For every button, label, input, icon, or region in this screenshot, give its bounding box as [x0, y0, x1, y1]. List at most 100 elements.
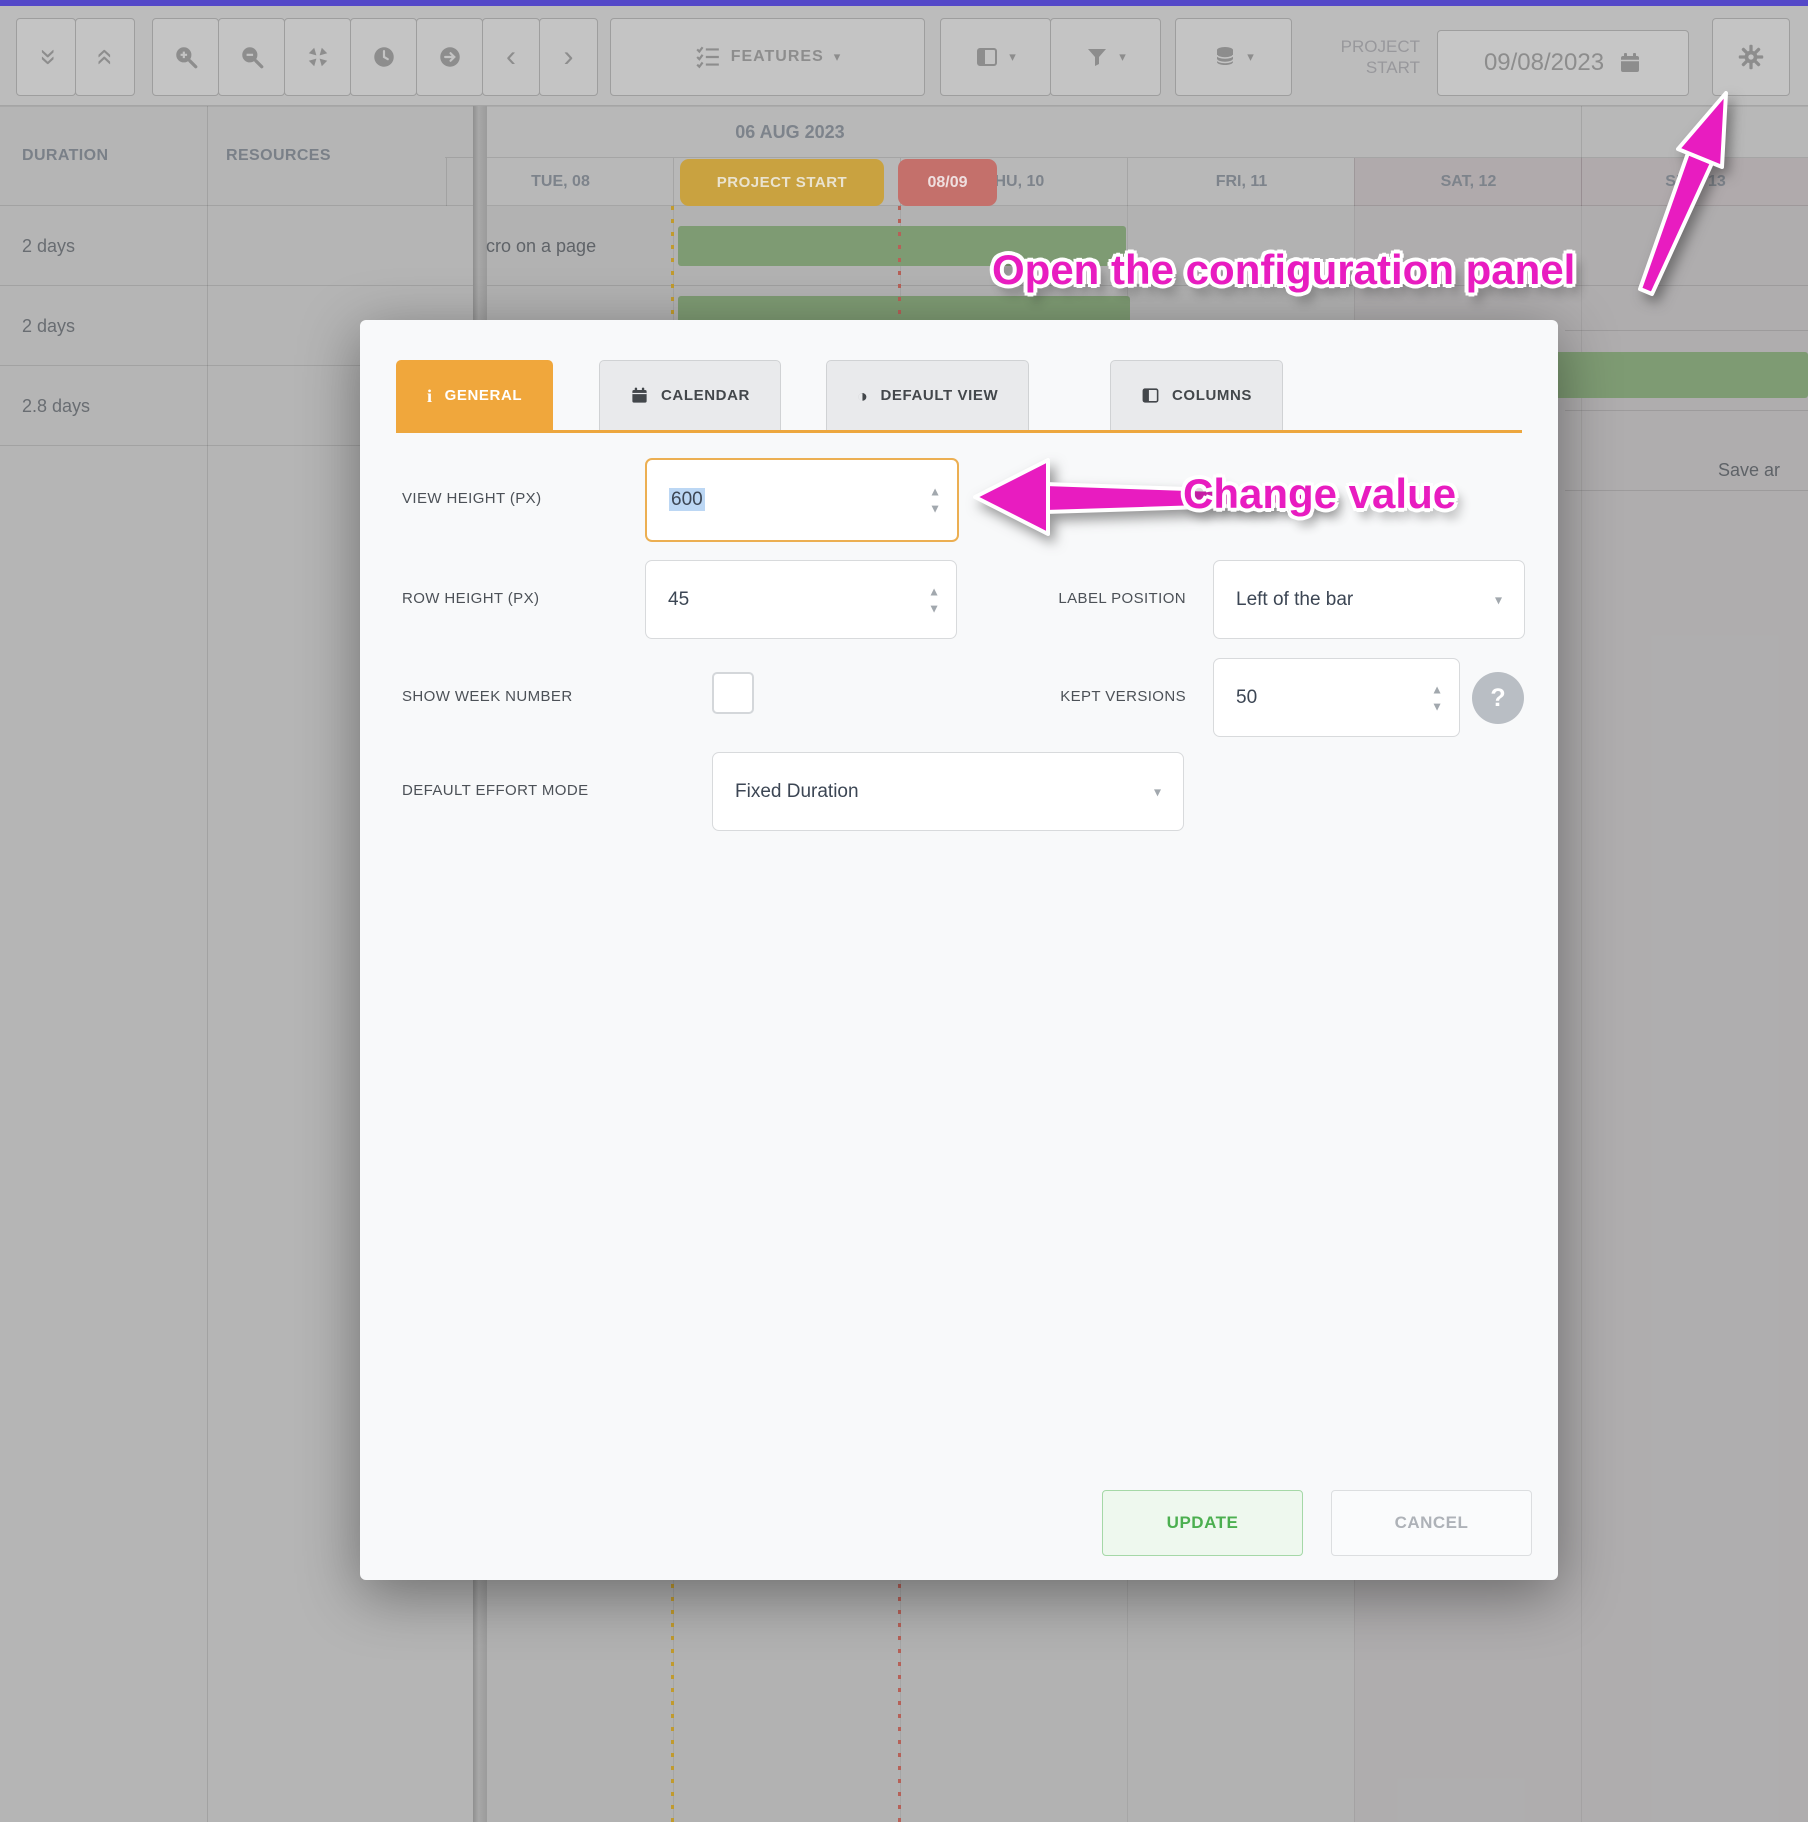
column-divider — [207, 106, 208, 1822]
day-header-cell-weekend: SUN, 13 — [1581, 158, 1808, 206]
chevron-down-icon: ▾ — [1495, 591, 1502, 608]
kept-versions-label: KEPT VERSIONS — [960, 688, 1186, 705]
spinner-down-button[interactable]: ▼ — [929, 503, 941, 515]
default-effort-mode-select[interactable]: Fixed Duration ▾ — [712, 752, 1184, 831]
tab-default-view[interactable]: ◑ DEFAULT VIEW — [826, 360, 1029, 430]
shift-previous-button[interactable]: ‹ — [482, 18, 540, 96]
tab-label: GENERAL — [445, 387, 523, 404]
features-label: FEATURES — [731, 48, 824, 66]
default-effort-mode-value: Fixed Duration — [735, 781, 859, 803]
duration-cell[interactable]: 2.8 days — [22, 366, 90, 446]
tab-label: CALENDAR — [661, 387, 750, 404]
cancel-button[interactable]: CANCEL — [1331, 1490, 1532, 1556]
annotation-open-config: Open the configuration panel — [992, 246, 1575, 294]
gear-icon — [1737, 43, 1765, 71]
help-button[interactable]: ? — [1472, 672, 1524, 724]
chevron-down-icon: ▾ — [1154, 783, 1161, 800]
gridline — [445, 157, 1808, 158]
kept-versions-value: 50 — [1236, 687, 1257, 709]
show-week-number-label: SHOW WEEK NUMBER — [402, 688, 573, 705]
settings-button[interactable] — [1712, 18, 1790, 96]
chevron-down-icon: ▾ — [834, 49, 841, 65]
zoom-in-icon — [173, 44, 199, 70]
chevron-right-icon: › — [564, 42, 574, 72]
project-start-label: PROJECT START — [1284, 36, 1420, 79]
arrow-circle-right-icon — [437, 44, 463, 70]
expand-all-button[interactable]: « — [75, 18, 135, 96]
label-position-label: LABEL POSITION — [960, 590, 1186, 607]
spinner-up-button[interactable]: ▲ — [929, 486, 941, 498]
date-value: 09/08/2023 — [1484, 49, 1604, 77]
week-header-cell: 06 AUG 2023 — [445, 106, 1135, 158]
modal-tab-bar: i GENERAL CALENDAR ◑ DEFAULT VIEW COLUMN… — [396, 357, 1522, 433]
clock-icon — [371, 44, 397, 70]
view-height-label: VIEW HEIGHT (PX) — [402, 490, 541, 507]
collapse-all-icon: « — [31, 49, 61, 66]
database-icon — [1213, 45, 1237, 69]
zoom-to-fit-button[interactable] — [284, 18, 351, 96]
annotation-change-value: Change value — [1183, 470, 1456, 518]
row-height-input[interactable]: 45 ▲ ▼ — [645, 560, 957, 639]
project-start-marker-badge: PROJECT START — [680, 159, 884, 206]
task-label: Save ar — [1718, 450, 1780, 490]
expand-all-icon: « — [90, 49, 120, 66]
column-header-duration[interactable]: DURATION — [22, 106, 182, 206]
shift-next-button[interactable]: › — [539, 18, 598, 96]
spinner-down-button[interactable]: ▼ — [928, 602, 940, 614]
row-height-value: 45 — [668, 589, 689, 611]
features-menu-button[interactable]: FEATURES ▾ — [610, 18, 925, 96]
label-position-value: Left of the bar — [1236, 589, 1353, 611]
column-header-resources[interactable]: RESOURCES — [226, 106, 446, 206]
view-height-value: 600 — [669, 488, 705, 511]
checklist-icon — [695, 44, 721, 70]
weekend-shading — [1581, 206, 1808, 1822]
date-marker-badge: 08/09 — [898, 159, 997, 206]
default-effort-mode-label: DEFAULT EFFORT MODE — [402, 782, 589, 799]
row-height-label: ROW HEIGHT (PX) — [402, 590, 539, 607]
spinner-up-button[interactable]: ▲ — [1431, 683, 1443, 695]
duration-cell[interactable]: 2 days — [22, 206, 75, 286]
chevron-down-icon: ▾ — [1247, 49, 1254, 65]
layout-columns-icon — [975, 45, 999, 69]
data-menu-button[interactable]: ▾ — [1175, 18, 1292, 96]
scroll-to-date-button[interactable] — [416, 18, 483, 96]
columns-menu-button[interactable]: ▾ — [940, 18, 1051, 96]
tab-calendar[interactable]: CALENDAR — [599, 360, 781, 430]
info-icon: i — [427, 387, 433, 405]
spinner-up-button[interactable]: ▲ — [928, 585, 940, 597]
question-icon: ? — [1490, 684, 1505, 713]
tab-columns[interactable]: COLUMNS — [1110, 360, 1283, 430]
calendar-icon — [1618, 51, 1642, 75]
week-divider — [1581, 106, 1582, 158]
chevron-down-icon: ▾ — [1009, 49, 1016, 65]
shift-time-button[interactable] — [350, 18, 417, 96]
gridline — [0, 106, 1808, 107]
chevron-left-icon: ‹ — [506, 42, 516, 72]
tab-label: DEFAULT VIEW — [880, 387, 998, 404]
chevron-down-icon: ▾ — [1119, 49, 1126, 65]
kept-versions-input[interactable]: 50 ▲ ▼ — [1213, 658, 1460, 737]
day-header-cell-weekend: SAT, 12 — [1354, 158, 1582, 206]
tab-general[interactable]: i GENERAL — [396, 360, 553, 430]
toolbar: « « ‹ — [0, 6, 1808, 106]
show-week-number-checkbox[interactable] — [712, 672, 754, 714]
calendar-icon — [630, 386, 649, 405]
duration-cell[interactable]: 2 days — [22, 286, 75, 366]
project-start-date-field[interactable]: 09/08/2023 — [1437, 30, 1689, 96]
columns-icon — [1141, 386, 1160, 405]
zoom-out-icon — [239, 44, 265, 70]
day-header-cell: FRI, 11 — [1127, 158, 1355, 206]
filter-icon — [1085, 45, 1109, 69]
view-height-input[interactable]: 600 ▲ ▼ — [645, 458, 959, 542]
zoom-in-button[interactable] — [152, 18, 219, 96]
task-label: cro on a page — [486, 226, 596, 266]
tab-label: COLUMNS — [1172, 387, 1252, 404]
half-circle-icon: ◑ — [857, 387, 868, 405]
collapse-all-button[interactable]: « — [16, 18, 76, 96]
filter-menu-button[interactable]: ▾ — [1050, 18, 1161, 96]
update-button[interactable]: UPDATE — [1102, 1490, 1303, 1556]
zoom-out-button[interactable] — [218, 18, 285, 96]
spinner-down-button[interactable]: ▼ — [1431, 700, 1443, 712]
label-position-select[interactable]: Left of the bar ▾ — [1213, 560, 1525, 639]
zoom-to-fit-icon — [305, 44, 331, 70]
